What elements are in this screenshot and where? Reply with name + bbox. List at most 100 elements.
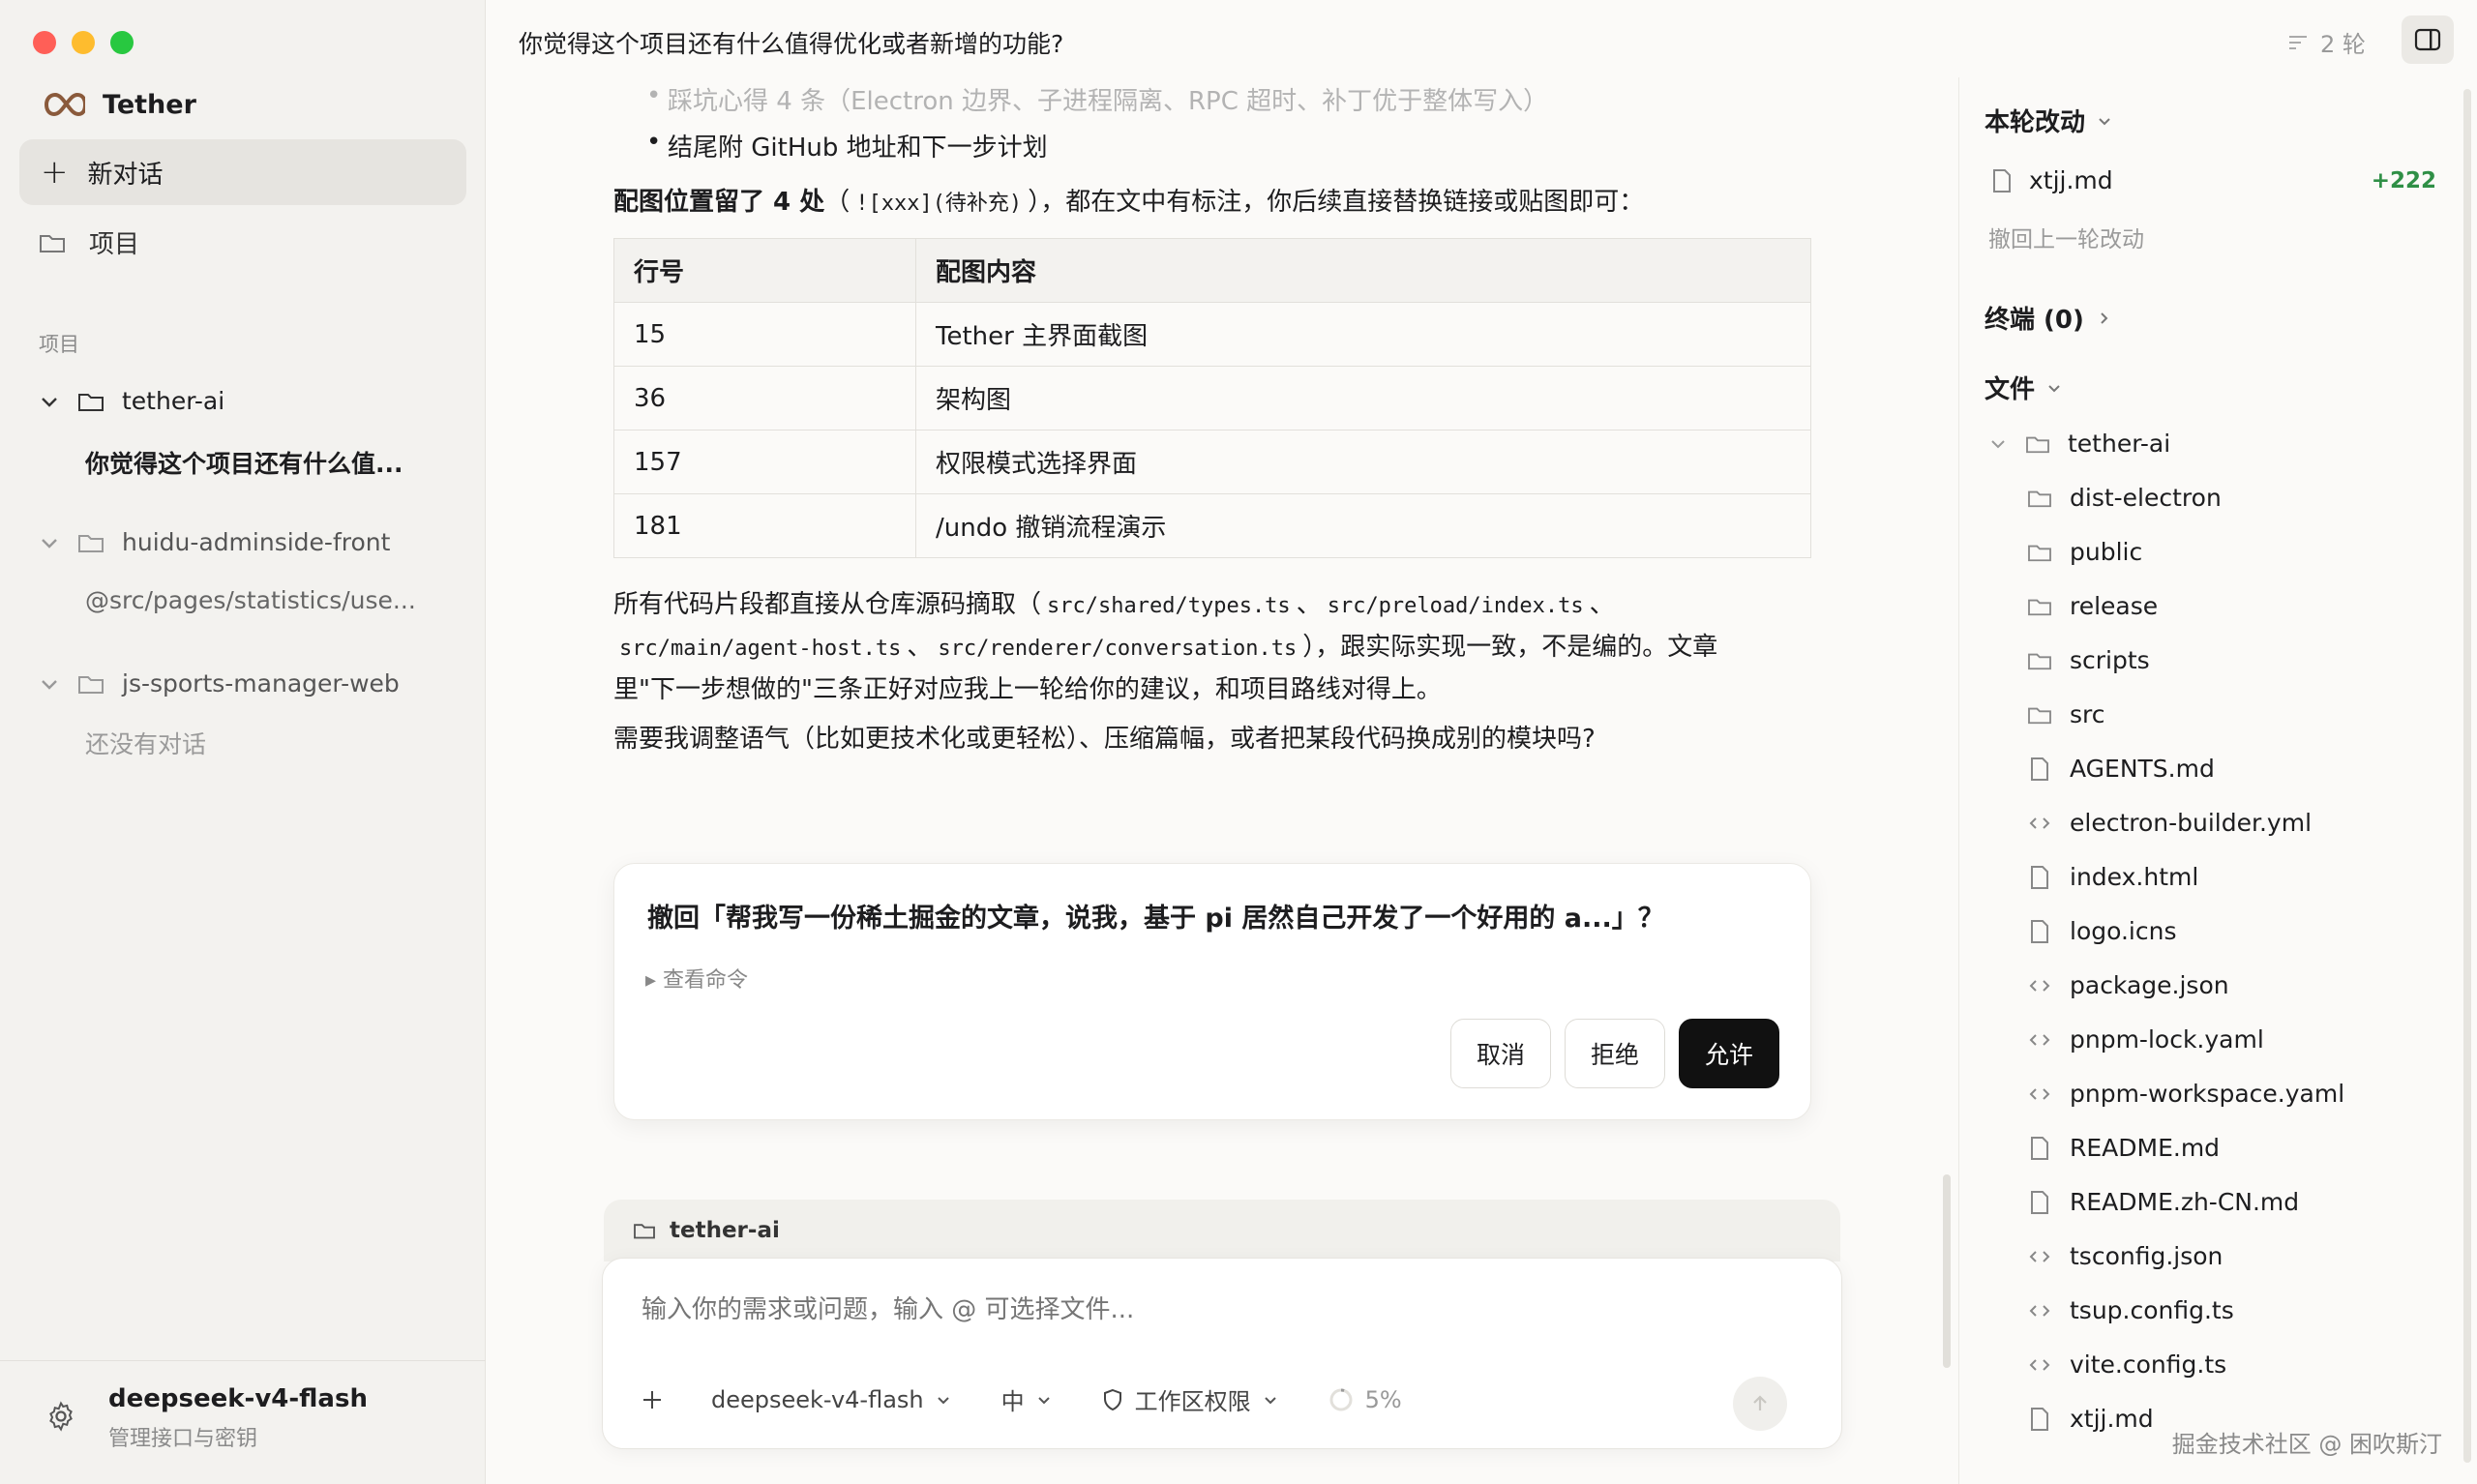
tree-folder-root[interactable]: tether-ai <box>1988 430 2170 458</box>
chevron-down-icon <box>42 538 57 549</box>
gear-icon[interactable] <box>45 1400 77 1433</box>
tree-item-label: electron-builder.yml <box>2070 809 2313 837</box>
chevron-down-icon <box>937 1396 949 1404</box>
zoom-window-button[interactable] <box>110 31 134 54</box>
table-cell: 157 <box>613 430 916 494</box>
table-header-cell: 行号 <box>613 238 916 303</box>
reject-button[interactable]: 拒绝 <box>1564 1019 1665 1088</box>
text: ），都在文中有标注，你后续直接替换链接或贴图即可： <box>1028 188 1645 217</box>
code-source-paragraph: 所有代码片段都直接从仓库源码摘取（ src/shared/types.ts、 src… <box>613 584 1813 710</box>
tree-file[interactable]: electron-builder.yml <box>2027 809 2312 837</box>
tree-item-label: public <box>2070 538 2143 566</box>
code-file-icon <box>2029 816 2050 829</box>
conversation-item[interactable]: @src/pages/statistics/use... <box>85 586 416 614</box>
changes-section-toggle[interactable]: 本轮改动 <box>1985 103 2112 138</box>
tree-folder[interactable]: public <box>2027 538 2142 566</box>
chevron-down-icon <box>1037 1396 1050 1404</box>
tree-file[interactable]: pnpm-lock.yaml <box>2027 1025 2264 1054</box>
sidebar: Tether + 新对话 项目 项目 tether-ai 你觉得这个项目还有什么… <box>0 0 486 1484</box>
add-attachment-button[interactable] <box>642 1389 663 1410</box>
tree-file[interactable]: index.html <box>2027 863 2198 891</box>
inline-code: src/shared/types.ts <box>1047 594 1291 618</box>
table-cell: 36 <box>613 366 916 430</box>
tree-file[interactable]: package.json <box>2027 971 2229 999</box>
list-item: 踩坑心得 4 条（Electron 边界、子进程隔离、RPC 超时、补丁优于整体… <box>646 81 1548 117</box>
file-icon <box>2031 919 2048 943</box>
send-button[interactable] <box>1733 1377 1787 1431</box>
terminal-section-toggle[interactable]: 终端 (0) <box>1985 300 2111 336</box>
model-select[interactable]: deepseek-v4-flash <box>711 1386 951 1413</box>
rounds-count: 2 轮 <box>2320 31 2366 58</box>
undo-last-round-button[interactable]: 撤回上一轮改动 <box>1988 221 2144 253</box>
plus-icon <box>643 1390 661 1409</box>
conversation-item[interactable]: 你觉得这个项目还有什么值... <box>85 445 403 480</box>
chevron-down-icon <box>1264 1396 1276 1404</box>
tree-folder[interactable]: dist-electron <box>2027 484 2222 512</box>
composer: deepseek-v4-flash 中 工作区权限 5% <box>602 1258 1842 1449</box>
table-row: 15 Tether 主界面截图 <box>613 302 1811 367</box>
tree-file[interactable]: xtjj.md <box>2027 1405 2154 1433</box>
tree-file[interactable]: README.zh-CN.md <box>2027 1188 2299 1216</box>
minimize-window-button[interactable] <box>72 31 95 54</box>
brand: Tether <box>39 85 196 124</box>
file-icon <box>2031 865 2048 889</box>
folder-icon <box>78 393 104 411</box>
tree-file[interactable]: tsconfig.json <box>2027 1242 2223 1270</box>
file-icon <box>2031 757 2048 781</box>
project-tether-ai[interactable]: tether-ai <box>39 387 224 415</box>
chat-scrollbar[interactable] <box>1943 1174 1951 1368</box>
close-window-button[interactable] <box>33 31 56 54</box>
changed-file-name: xtjj.md <box>2029 166 2113 194</box>
figure-placement-table: 行号 配图内容 15 Tether 主界面截图 36 架构图 157 权限模式选… <box>613 238 1811 558</box>
empty-conversation-label: 还没有对话 <box>85 730 207 758</box>
code-file-icon <box>2029 1250 2050 1262</box>
files-section-toggle[interactable]: 文件 <box>1985 370 2062 405</box>
allow-button[interactable]: 允许 <box>1678 1019 1779 1088</box>
text: 、 <box>1589 590 1615 619</box>
manage-keys-link[interactable]: 管理接口与密钥 <box>108 1421 257 1452</box>
table-cell: 架构图 <box>915 366 1811 430</box>
tree-file[interactable]: pnpm-workspace.yaml <box>2027 1080 2344 1108</box>
text: 、 <box>1296 590 1322 619</box>
right-panel-scrollbar[interactable] <box>2463 89 2471 1463</box>
toggle-right-panel-button[interactable] <box>2402 15 2454 64</box>
tree-file[interactable]: tsup.config.ts <box>2027 1296 2234 1324</box>
text: （ <box>824 188 851 217</box>
view-command-toggle[interactable]: ▸ 查看命令 <box>645 963 748 994</box>
tree-file[interactable]: AGENTS.md <box>2027 755 2215 783</box>
project-name: tether-ai <box>122 387 225 415</box>
follow-up-question: 需要我调整语气（比如更技术化或更轻松）、压缩篇幅，或者把某段代码换成别的模块吗? <box>613 725 1596 754</box>
permission-select[interactable]: 工作区权限 <box>1102 1382 1278 1416</box>
project-name: huidu-adminside-front <box>122 528 391 556</box>
placement-note-bold: 配图位置留了 4 处 <box>613 188 825 217</box>
text: 、 <box>907 633 933 662</box>
text: ），跟实际实现一致，不是编的。文章 <box>1302 633 1718 662</box>
current-model-name: deepseek-v4-flash <box>108 1384 368 1413</box>
tree-folder[interactable]: release <box>2027 592 2158 620</box>
projects-section-title: 项目 <box>39 333 79 356</box>
tree-file[interactable]: README.md <box>2027 1134 2220 1162</box>
tree-file[interactable]: logo.icns <box>2027 917 2176 945</box>
files-title: 文件 <box>1985 375 2036 404</box>
chevron-down-icon <box>1991 439 2005 448</box>
text: 所有代码片段都直接从仓库源码摘取（ <box>613 590 1042 619</box>
sidebar-footer[interactable]: deepseek-v4-flash 管理接口与密钥 <box>0 1360 486 1484</box>
tree-item-label: pnpm-workspace.yaml <box>2070 1080 2345 1108</box>
message-input[interactable] <box>642 1295 1706 1324</box>
folder-icon <box>2026 436 2049 453</box>
app-name: Tether <box>103 89 196 120</box>
inline-code: src/renderer/conversation.ts <box>938 637 1298 661</box>
new-chat-button[interactable]: + 新对话 <box>19 139 466 205</box>
tree-folder[interactable]: src <box>2027 700 2105 728</box>
project-huidu-adminside-front[interactable]: huidu-adminside-front <box>39 528 390 556</box>
sidebar-item-projects[interactable]: 项目 <box>39 224 139 260</box>
tree-folder[interactable]: scripts <box>2027 646 2150 674</box>
window-controls <box>33 31 134 54</box>
cancel-button[interactable]: 取消 <box>1449 1019 1551 1088</box>
chevron-down-icon <box>42 679 57 690</box>
project-js-sports-manager-web[interactable]: js-sports-manager-web <box>39 669 400 697</box>
reasoning-level-select[interactable]: 中 <box>1001 1382 1052 1416</box>
changed-file-item[interactable]: xtjj.md <box>1992 166 2113 194</box>
rounds-indicator[interactable]: 2 轮 <box>2287 25 2366 59</box>
tree-file[interactable]: vite.config.ts <box>2027 1350 2226 1379</box>
